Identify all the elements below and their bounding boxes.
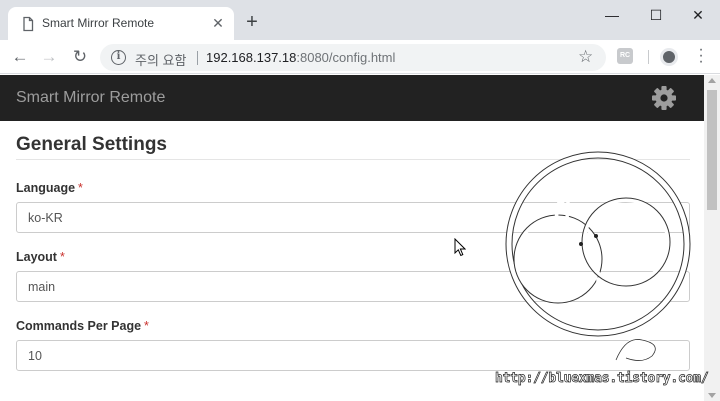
commands-per-page-label: Commands Per Page * [16, 319, 149, 333]
maximize-button[interactable]: ☐ [638, 0, 674, 30]
browser-tab[interactable]: Smart Mirror Remote ✕ [8, 7, 234, 40]
scroll-down-arrow-icon[interactable] [708, 393, 716, 398]
scroll-up-arrow-icon[interactable] [708, 78, 716, 83]
layout-label-text: Layout [16, 250, 57, 264]
watermark-url: http://bluexmas.tistory.com/ [495, 371, 709, 387]
url-path: :8080/config.html [296, 50, 396, 65]
commands-per-page-input[interactable] [16, 340, 690, 371]
app-navbar: Smart Mirror Remote [0, 75, 704, 121]
window-close-button[interactable]: ✕ [680, 0, 716, 30]
reload-button[interactable]: ↻ [69, 46, 91, 68]
page-scrollbar[interactable] [704, 75, 720, 401]
profile-icon[interactable] [660, 48, 678, 66]
required-mark: * [59, 250, 65, 264]
forward-button[interactable]: → [38, 46, 60, 68]
tab-strip: Smart Mirror Remote ✕ + — ☐ ✕ [0, 0, 720, 40]
required-mark: * [144, 319, 149, 333]
commands-per-page-label-text: Commands Per Page [16, 319, 142, 333]
section-title: General Settings [16, 134, 167, 155]
extension-icon[interactable]: RC [617, 48, 633, 64]
info-icon[interactable]: i [111, 50, 126, 65]
watermark-signature-icon [614, 337, 657, 363]
language-label-text: Language [16, 181, 76, 195]
url-host: 192.168.137.18 [206, 50, 297, 65]
required-mark: * [78, 181, 83, 195]
close-icon[interactable]: ✕ [210, 15, 226, 31]
star-icon[interactable]: ☆ [578, 47, 593, 67]
address-bar[interactable]: i 주의 요함 192.168.137.18:8080/config.html … [100, 44, 606, 71]
address-divider [197, 51, 198, 65]
language-label: Language * [16, 181, 83, 195]
layout-label: Layout * [16, 250, 65, 264]
back-button[interactable]: ← [9, 46, 31, 68]
scroll-thumb[interactable] [707, 90, 717, 210]
url-text[interactable]: 192.168.137.18:8080/config.html [206, 50, 395, 65]
browser-toolbar: ← → ↻ i 주의 요함 192.168.137.18:8080/config… [0, 40, 720, 74]
page-icon [23, 16, 34, 32]
gear-icon[interactable] [651, 85, 677, 111]
mouse-cursor-icon [454, 238, 466, 257]
watermark-seal-icon [505, 151, 691, 337]
minimize-button[interactable]: — [594, 0, 630, 30]
new-tab-button[interactable]: + [242, 12, 262, 32]
security-indicator[interactable]: 주의 요함 [135, 50, 186, 69]
tab-title: Smart Mirror Remote [42, 16, 155, 30]
app-brand[interactable]: Smart Mirror Remote [16, 89, 165, 107]
menu-icon[interactable]: · · · [697, 42, 705, 70]
toolbar-divider [648, 50, 649, 64]
